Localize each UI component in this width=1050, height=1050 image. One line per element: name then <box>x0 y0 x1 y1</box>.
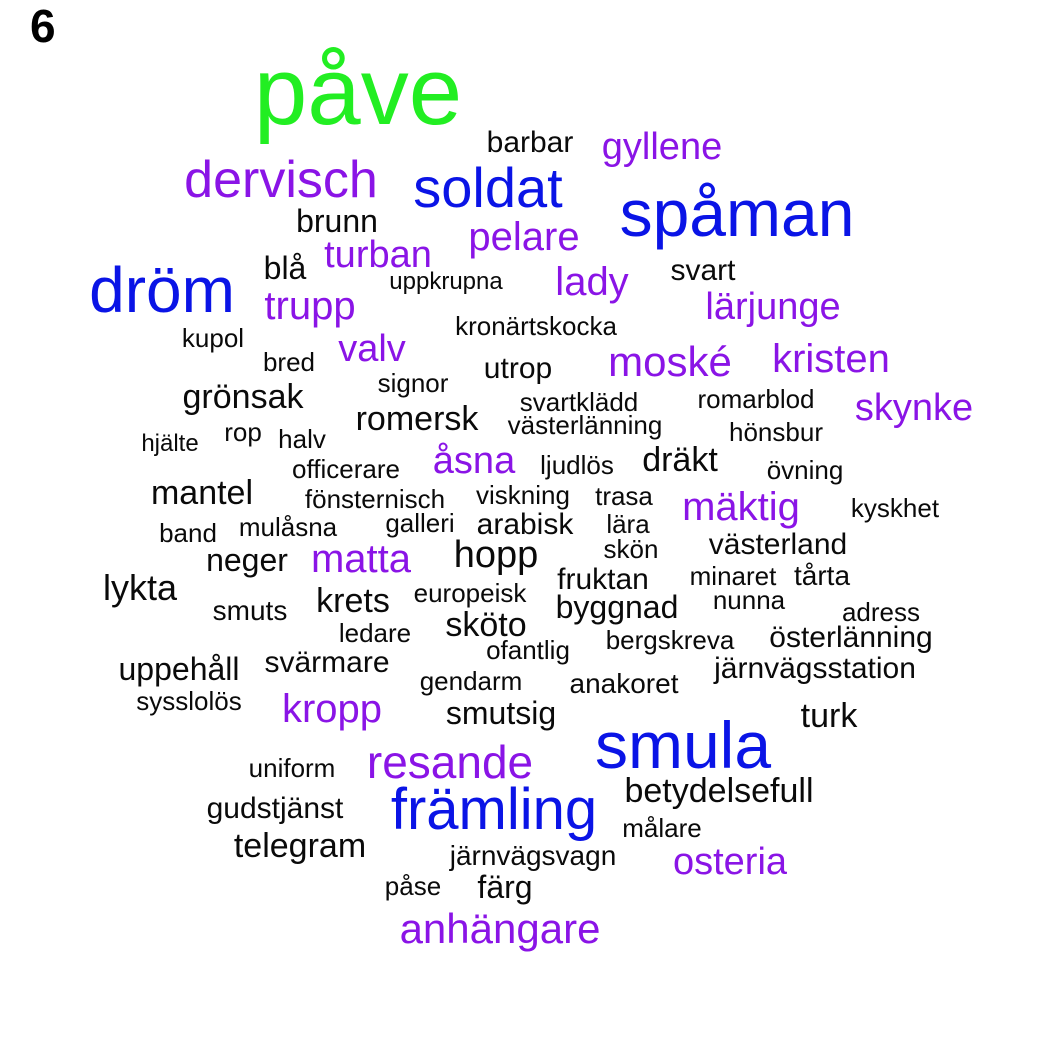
word-svarmare: svärmare <box>264 646 390 679</box>
word-pelare: pelare <box>468 215 580 259</box>
word-jarnvagsvagn: järnvägsvagn <box>449 840 617 871</box>
word-moske: moské <box>608 338 732 385</box>
word-jarnvagsstation: järnvägsstation <box>714 652 916 685</box>
word-uppkrupna: uppkrupna <box>389 268 503 295</box>
word-galleri: galleri <box>385 508 455 538</box>
word-farg: färg <box>477 869 533 905</box>
word-ovning: övning <box>766 455 844 485</box>
word-romarblod: romarblod <box>697 384 815 414</box>
word-barbar: barbar <box>486 126 574 159</box>
word-lykta: lykta <box>102 567 178 608</box>
word-ljudlos: ljudlös <box>540 450 614 480</box>
word-gronsak: grönsak <box>182 378 304 416</box>
word-smula: smula <box>594 708 772 782</box>
word-gendarm: gendarm <box>419 666 523 696</box>
word-cloud: 6 påve barbar gyllene dervisch soldat spåman b… <box>0 0 1050 1050</box>
word-utrop: utrop <box>483 352 553 385</box>
word-malare: målare <box>622 813 702 843</box>
word-kupol: kupol <box>181 323 245 353</box>
word-gyllene: gyllene <box>601 126 723 168</box>
word-maktig: mäktig <box>682 485 800 529</box>
word-hopp: hopp <box>453 534 539 576</box>
word-tarta: tårta <box>793 560 851 591</box>
word-kyskhet: kyskhet <box>850 493 940 523</box>
word-krets: krets <box>316 582 390 620</box>
word-valv: valv <box>338 328 406 370</box>
word-turk: turk <box>800 697 858 735</box>
word-osterlanning: österlänning <box>769 621 933 654</box>
word-larjunge: lärjunge <box>705 286 841 328</box>
word-trasa: trasa <box>595 481 653 511</box>
word-europeisk: europeisk <box>413 578 527 608</box>
word-hjalte: hjälte <box>141 430 199 457</box>
word-halv: halv <box>278 424 326 454</box>
word-ledare: ledare <box>338 618 412 648</box>
word-drakt: dräkt <box>642 441 718 479</box>
word-officerare: officerare <box>292 454 400 484</box>
word-sysslolos: sysslolös <box>136 686 242 716</box>
word-bergskreva: bergskreva <box>605 625 735 655</box>
word-byggnad: byggnad <box>555 589 679 625</box>
word-rop: rop <box>224 417 262 447</box>
panel-number: 6 <box>30 0 56 52</box>
word-kristen: kristen <box>772 337 890 381</box>
word-neger: neger <box>206 542 288 578</box>
word-pave: påve <box>253 38 463 145</box>
word-kropp: kropp <box>281 687 383 731</box>
word-smutsig: smutsig <box>445 695 557 731</box>
word-trupp: trupp <box>264 284 356 328</box>
word-nunna: nunna <box>712 585 786 615</box>
word-vasterland: västerland <box>708 528 848 561</box>
word-skon: skön <box>603 534 659 564</box>
word-matta: matta <box>310 537 412 581</box>
word-mantel: mantel <box>150 474 254 512</box>
word-anakoret: anakoret <box>569 668 679 699</box>
word-asna: åsna <box>432 440 516 482</box>
word-osteria: osteria <box>672 841 788 883</box>
word-viskning: viskning <box>476 480 570 510</box>
word-spaman: spåman <box>619 176 855 250</box>
word-bla: blå <box>263 250 307 286</box>
word-dervisch: dervisch <box>184 151 378 209</box>
word-svart: svart <box>670 254 736 287</box>
word-kronartskocka: kronärtskocka <box>455 311 617 341</box>
word-ofantlig: ofantlig <box>486 635 570 665</box>
word-skynke: skynke <box>854 387 974 429</box>
word-honsbur: hönsbur <box>729 417 823 447</box>
word-drom: dröm <box>89 254 235 326</box>
word-pase: påse <box>384 871 442 901</box>
word-lady: lady <box>555 260 629 304</box>
word-uppehall: uppehåll <box>118 651 240 687</box>
word-bred: bred <box>262 347 316 377</box>
word-betydelsefull: betydelsefull <box>624 772 814 810</box>
word-soldat: soldat <box>413 156 563 219</box>
word-romersk: romersk <box>355 400 479 438</box>
word-smuts: smuts <box>212 595 288 626</box>
word-framling: främling <box>390 777 598 842</box>
word-vasterlanning: västerlänning <box>507 410 663 440</box>
word-telegram: telegram <box>233 827 367 865</box>
word-anhangare: anhängare <box>399 905 601 952</box>
word-brunn: brunn <box>296 203 378 239</box>
word-uniform: uniform <box>248 753 336 783</box>
word-gudstjanst: gudstjänst <box>206 792 344 825</box>
word-signor: signor <box>377 368 449 398</box>
